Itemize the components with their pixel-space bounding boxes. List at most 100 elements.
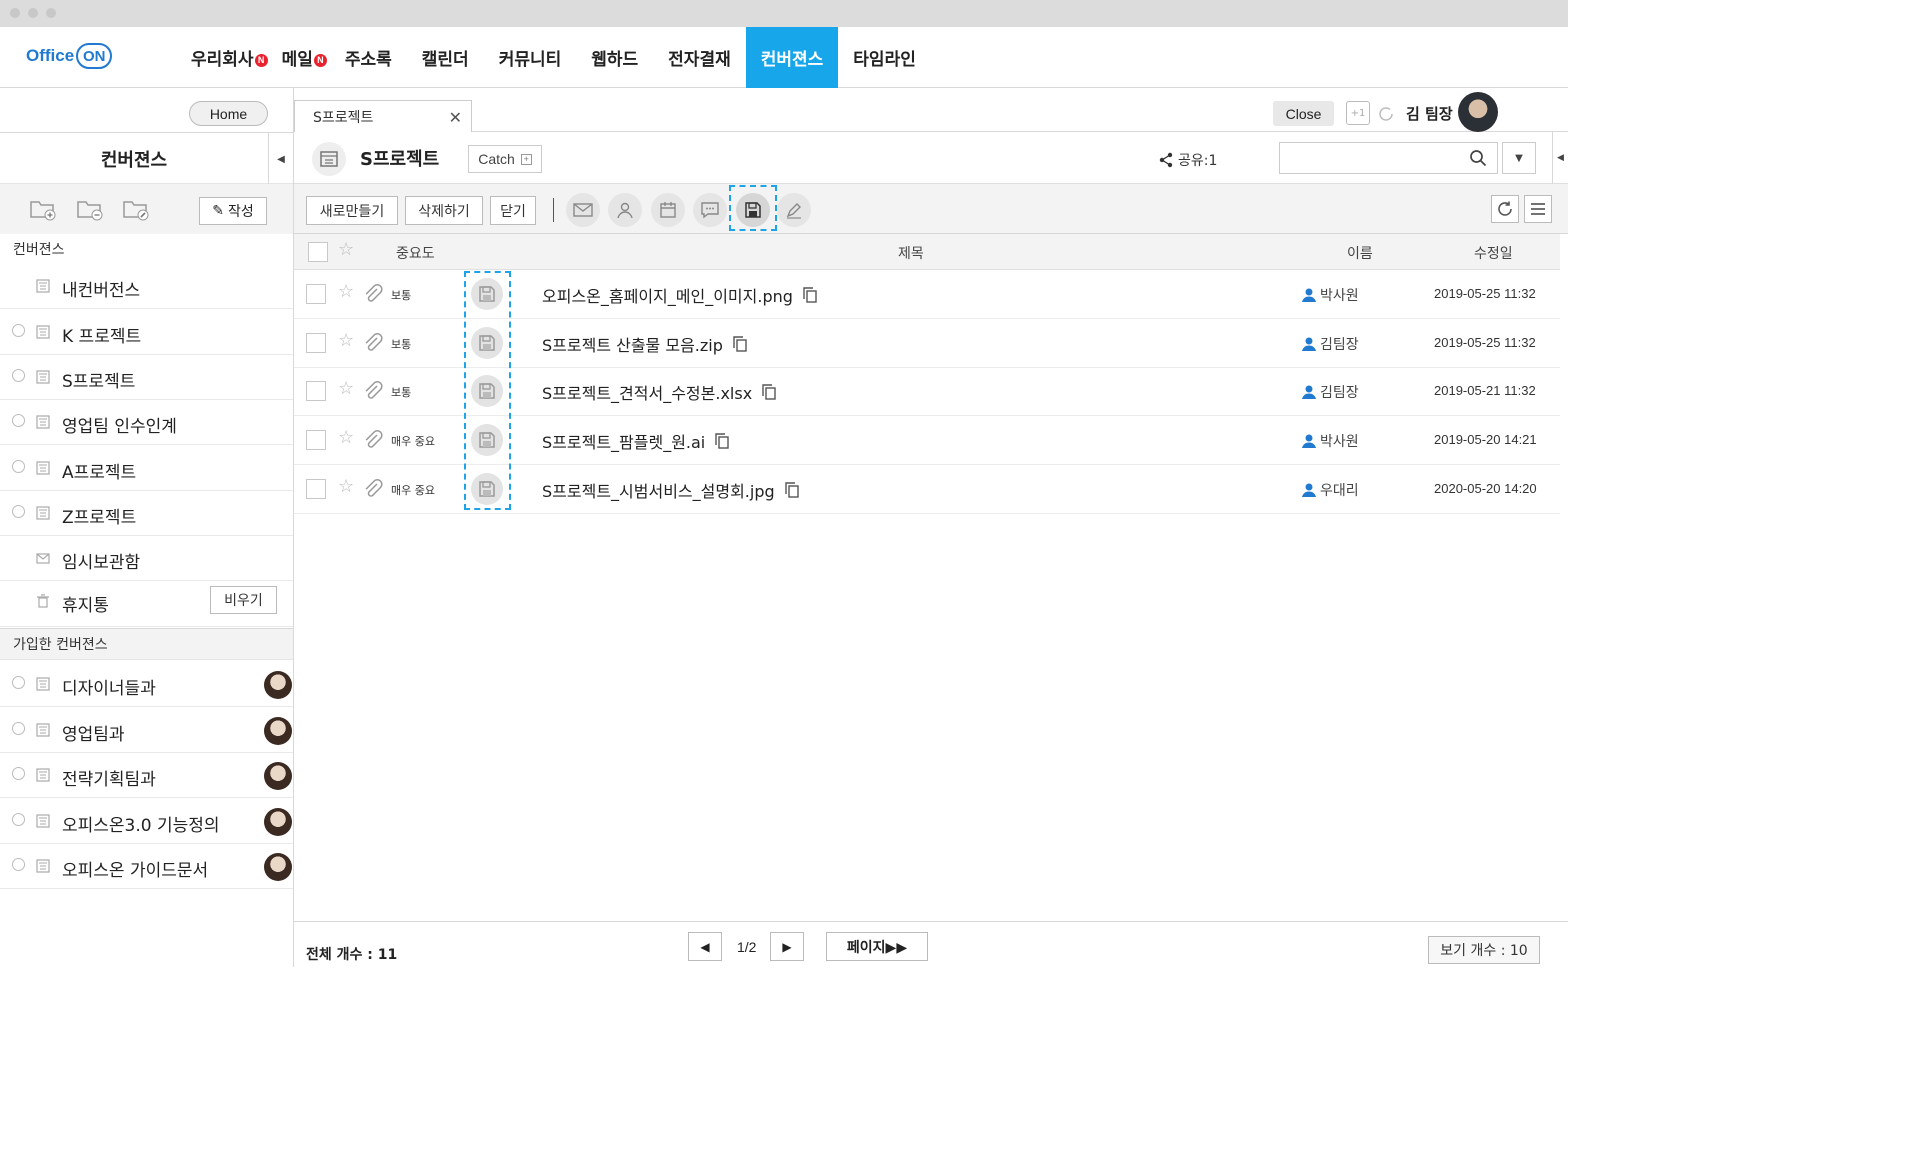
star-icon[interactable]: ☆	[338, 330, 354, 351]
sidebar-item-5[interactable]: Z프로젝트	[0, 491, 293, 536]
sidebar-item-0[interactable]: 내컨버전스	[0, 264, 293, 309]
copy-icon[interactable]	[803, 287, 817, 303]
star-header-icon[interactable]: ☆	[338, 239, 354, 260]
author[interactable]: 박사원	[1301, 285, 1359, 305]
joined-item-2[interactable]: 전략기획팀과	[0, 753, 293, 798]
new-button[interactable]: 새로만들기	[306, 196, 398, 225]
author[interactable]: 김팀장	[1301, 334, 1359, 354]
col-name[interactable]: 이름	[1347, 243, 1373, 263]
author[interactable]: 김팀장	[1301, 382, 1359, 402]
search-dropdown-button[interactable]: ▼	[1502, 142, 1536, 174]
radio-button[interactable]	[12, 505, 25, 518]
chat-icon[interactable]	[693, 193, 727, 227]
col-title[interactable]: 제목	[898, 243, 924, 263]
prev-page-button[interactable]: ◀	[688, 932, 722, 961]
user-name[interactable]: 김 팀장	[1406, 101, 1453, 125]
edit-folder-icon[interactable]	[121, 195, 151, 223]
author[interactable]: 우대리	[1301, 480, 1359, 500]
sidebar-item-2[interactable]: S프로젝트	[0, 355, 293, 400]
calendar-icon[interactable]	[651, 193, 685, 227]
add-folder-icon[interactable]	[28, 195, 58, 223]
window-minimize-dot[interactable]	[28, 8, 38, 18]
window-close-dot[interactable]	[10, 8, 20, 18]
copy-icon[interactable]	[733, 335, 747, 352]
gnb-item-3[interactable]: 캘린더	[407, 27, 484, 88]
next-page-button[interactable]: ▶	[770, 932, 804, 961]
plus-one-button[interactable]: +1	[1346, 101, 1370, 125]
row-checkbox[interactable]	[306, 284, 326, 304]
person-icon[interactable]	[608, 193, 642, 227]
file-name-link[interactable]: S프로젝트_견적서_수정본.xlsx	[542, 380, 776, 404]
view-count-selector[interactable]: 보기 개수 : 10	[1428, 936, 1540, 964]
radio-button[interactable]	[12, 721, 25, 735]
close-list-button[interactable]: 닫기	[490, 196, 536, 225]
window-maximize-dot[interactable]	[46, 8, 56, 18]
copy-icon[interactable]	[762, 384, 776, 401]
close-button[interactable]: Close	[1273, 101, 1334, 126]
file-name-link[interactable]: S프로젝트_팜플렛_원.ai	[542, 429, 729, 453]
app-logo[interactable]: Office ON	[26, 39, 113, 73]
radio-button[interactable]	[12, 414, 25, 427]
share-status[interactable]: 공유:1	[1158, 150, 1217, 170]
radio-button[interactable]	[12, 812, 25, 826]
user-avatar[interactable]	[1458, 92, 1498, 132]
sidebar-item-3[interactable]: 영업팀 인수인계	[0, 400, 293, 445]
select-all-checkbox[interactable]	[308, 242, 328, 262]
save-disk-icon[interactable]	[736, 193, 770, 227]
joined-item-3[interactable]: 오피스온3.0 기능정의	[0, 799, 293, 844]
row-checkbox[interactable]	[306, 478, 326, 499]
row-checkbox[interactable]	[306, 430, 326, 451]
radio-button[interactable]	[12, 767, 25, 780]
author[interactable]: 박사원	[1301, 431, 1359, 451]
search-icon[interactable]	[1469, 149, 1487, 171]
gnb-item-5[interactable]: 웹하드	[576, 27, 653, 88]
right-panel-collapse-button[interactable]: ◀	[1552, 132, 1568, 184]
file-name-link[interactable]: 오피스온_홈페이지_메인_이미지.png	[542, 283, 817, 307]
gnb-item-0[interactable]: 우리회사 N	[176, 27, 272, 88]
star-icon[interactable]: ☆	[338, 281, 354, 302]
joined-item-0[interactable]: 디자이너들과	[0, 662, 293, 707]
joined-item-4[interactable]: 오피스온 가이드문서	[0, 844, 293, 889]
search-input[interactable]	[1280, 143, 1460, 173]
col-modified[interactable]: 수정일	[1474, 243, 1513, 263]
sidebar-item-4[interactable]: A프로젝트	[0, 446, 293, 491]
radio-button[interactable]	[12, 676, 25, 689]
col-importance[interactable]: 중요도	[396, 243, 435, 263]
gnb-item-7[interactable]: 컨버젼스	[745, 27, 839, 88]
file-name-link[interactable]: S프로젝트 산출물 모음.zip	[542, 332, 747, 356]
gnb-item-4[interactable]: 커뮤니티	[484, 27, 577, 88]
copy-icon[interactable]	[784, 482, 799, 498]
radio-button[interactable]	[12, 858, 25, 871]
gnb-item-2[interactable]: 주소록	[331, 27, 407, 88]
gnb-item-1[interactable]: 메일 N	[272, 27, 331, 88]
mail-icon[interactable]	[566, 193, 600, 227]
pen-sign-icon[interactable]	[777, 193, 811, 227]
joined-item-1[interactable]: 영업팀과	[0, 708, 293, 753]
catch-button[interactable]: Catch +	[468, 145, 542, 173]
star-icon[interactable]: ☆	[338, 378, 354, 399]
list-menu-icon[interactable]	[1524, 195, 1552, 223]
radio-button[interactable]	[12, 369, 25, 382]
sidebar-item-6[interactable]: 임시보관함	[0, 536, 293, 581]
star-icon[interactable]: ☆	[338, 476, 354, 497]
page-jump-button[interactable]: 페이지▶▶	[826, 932, 928, 961]
sidebar-item-7[interactable]: 휴지통 비우기	[0, 579, 293, 627]
home-button[interactable]: Home	[189, 101, 268, 126]
write-button[interactable]: ✎ 작성	[199, 197, 267, 225]
row-checkbox[interactable]	[306, 332, 326, 353]
delete-button[interactable]: 삭제하기	[405, 196, 483, 225]
sidebar-collapse-button[interactable]: ◀	[268, 133, 293, 185]
radio-button[interactable]	[12, 324, 25, 337]
close-tab-icon[interactable]: ✕	[449, 108, 462, 127]
gnb-item-8[interactable]: 타임라인	[838, 27, 931, 88]
empty-trash-button[interactable]: 비우기	[210, 586, 277, 614]
copy-icon[interactable]	[715, 433, 729, 449]
remove-folder-icon[interactable]	[75, 195, 105, 223]
gnb-item-6[interactable]: 전자결재	[653, 27, 746, 88]
tab-s-project[interactable]: S프로젝트 ✕	[294, 100, 472, 133]
row-checkbox[interactable]	[306, 381, 326, 402]
refresh-icon[interactable]	[1491, 195, 1519, 223]
sidebar-item-1[interactable]: K 프로젝트	[0, 310, 293, 355]
file-name-link[interactable]: S프로젝트_시범서비스_설명회.jpg	[542, 478, 799, 502]
radio-button[interactable]	[12, 460, 25, 473]
